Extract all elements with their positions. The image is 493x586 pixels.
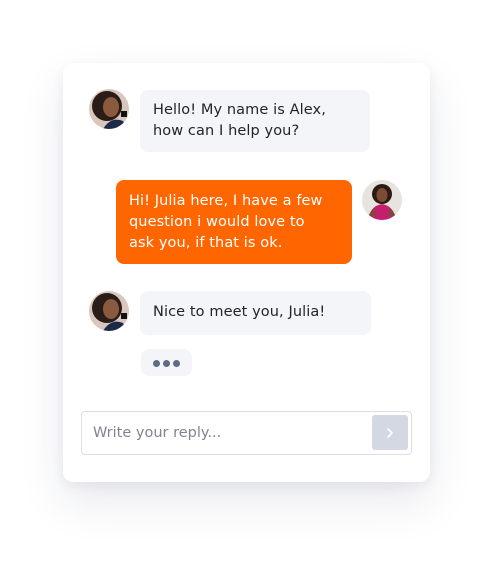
send-button[interactable] — [372, 415, 408, 450]
chevron-right-icon — [387, 427, 393, 438]
message-line: ask you, if that is ok. — [129, 235, 283, 251]
message-line: how can I help you? — [153, 123, 300, 139]
user-message-bubble: Hi! Julia here, I have a few question i … — [116, 180, 352, 264]
reply-input[interactable] — [82, 412, 378, 453]
agent-avatar — [89, 291, 129, 331]
chat-widget: Hello! My name is Alex, how can I help y… — [63, 63, 430, 482]
message-line: question i would love to — [129, 214, 305, 230]
agent-avatar — [89, 89, 129, 129]
agent-message-bubble: Hello! My name is Alex, how can I help y… — [140, 90, 370, 152]
message-line: Nice to meet you, Julia! — [153, 304, 326, 320]
agent-message-bubble: Nice to meet you, Julia! — [140, 291, 371, 335]
user-avatar — [362, 180, 402, 220]
typing-indicator — [141, 349, 192, 376]
typing-dot — [163, 360, 170, 367]
typing-dot — [173, 360, 180, 367]
reply-box — [81, 411, 412, 455]
message-line: Hello! My name is Alex, — [153, 102, 326, 118]
typing-dot — [153, 360, 160, 367]
page: Hello! My name is Alex, how can I help y… — [0, 0, 493, 586]
message-line: Hi! Julia here, I have a few — [129, 193, 323, 209]
